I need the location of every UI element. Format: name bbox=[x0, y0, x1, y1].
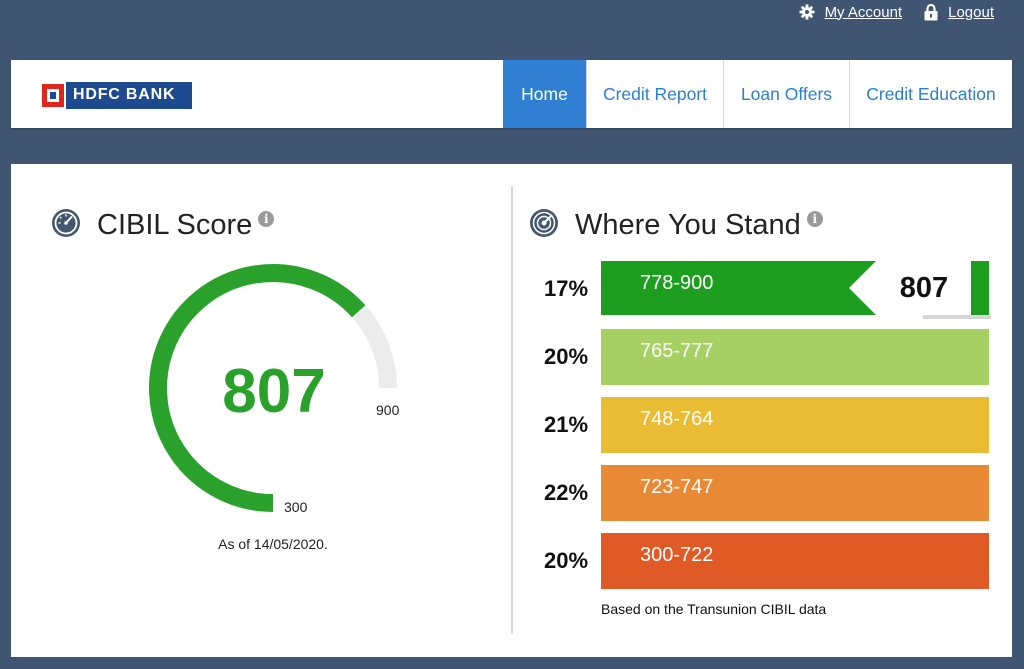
data-source-note: Based on the Transunion CIBIL data bbox=[601, 601, 827, 617]
nav-tab-loan-offers[interactable]: Loan Offers bbox=[723, 60, 849, 128]
site-header: HDFC BANK Home Credit Report Loan Offers… bbox=[11, 60, 1012, 128]
cibil-score-value: 807 bbox=[222, 357, 326, 426]
radar-icon bbox=[529, 208, 559, 243]
band-percentage: 20% bbox=[544, 344, 589, 369]
as-of-date: As of 14/05/2020. bbox=[218, 536, 328, 552]
gauge-min-label: 300 bbox=[284, 499, 308, 515]
nav-tab-credit-report[interactable]: Credit Report bbox=[586, 60, 723, 128]
dashboard-card: CIBIL Score i 807 900 300 As of 14/05/20… bbox=[11, 164, 1012, 657]
your-score-marker: 807 bbox=[899, 272, 949, 304]
score-band-row: 20% 765-777 bbox=[544, 329, 989, 385]
logout-link[interactable]: Logout bbox=[924, 3, 994, 21]
band-percentage: 20% bbox=[544, 548, 589, 573]
info-icon[interactable]: i bbox=[806, 210, 823, 227]
where-you-stand-heading: Where You Stand i bbox=[529, 208, 823, 243]
logo-text: HDFC BANK bbox=[73, 86, 176, 103]
nav-tab-credit-education[interactable]: Credit Education bbox=[849, 60, 1012, 128]
my-account-label: My Account bbox=[824, 3, 903, 21]
hdfc-logo[interactable]: HDFC BANK bbox=[40, 62, 192, 128]
account-bar: My Account Logout bbox=[799, 0, 994, 24]
panel-divider bbox=[511, 186, 513, 634]
logo-box: HDFC BANK bbox=[40, 81, 192, 109]
band-range-label: 300-722 bbox=[640, 544, 714, 566]
where-you-stand-title: Where You Stand bbox=[575, 209, 801, 241]
band-range-label: 778-900 bbox=[640, 272, 714, 294]
score-band-row: 20% 300-722 bbox=[544, 533, 989, 589]
band-range-label: 748-764 bbox=[640, 408, 714, 430]
band-percentage: 17% bbox=[544, 276, 589, 301]
logout-label: Logout bbox=[948, 3, 994, 21]
band-range-label: 723-747 bbox=[640, 476, 714, 498]
lock-icon bbox=[924, 3, 938, 21]
logo-mark-icon bbox=[40, 81, 66, 109]
gear-icon bbox=[799, 4, 815, 20]
my-account-link[interactable]: My Account bbox=[799, 3, 903, 21]
band-percentage: 22% bbox=[544, 480, 589, 505]
band-range-label: 765-777 bbox=[640, 340, 714, 362]
score-band-row: 21% 748-764 bbox=[544, 397, 989, 453]
score-band-row: 17% 778-900 807 bbox=[544, 261, 991, 319]
score-band-row: 22% 723-747 bbox=[544, 465, 989, 521]
main-nav: Home Credit Report Loan Offers Credit Ed… bbox=[503, 60, 1012, 128]
band-percentage: 21% bbox=[544, 412, 589, 437]
gauge-max-label: 900 bbox=[376, 402, 400, 418]
nav-tab-home[interactable]: Home bbox=[503, 60, 586, 128]
